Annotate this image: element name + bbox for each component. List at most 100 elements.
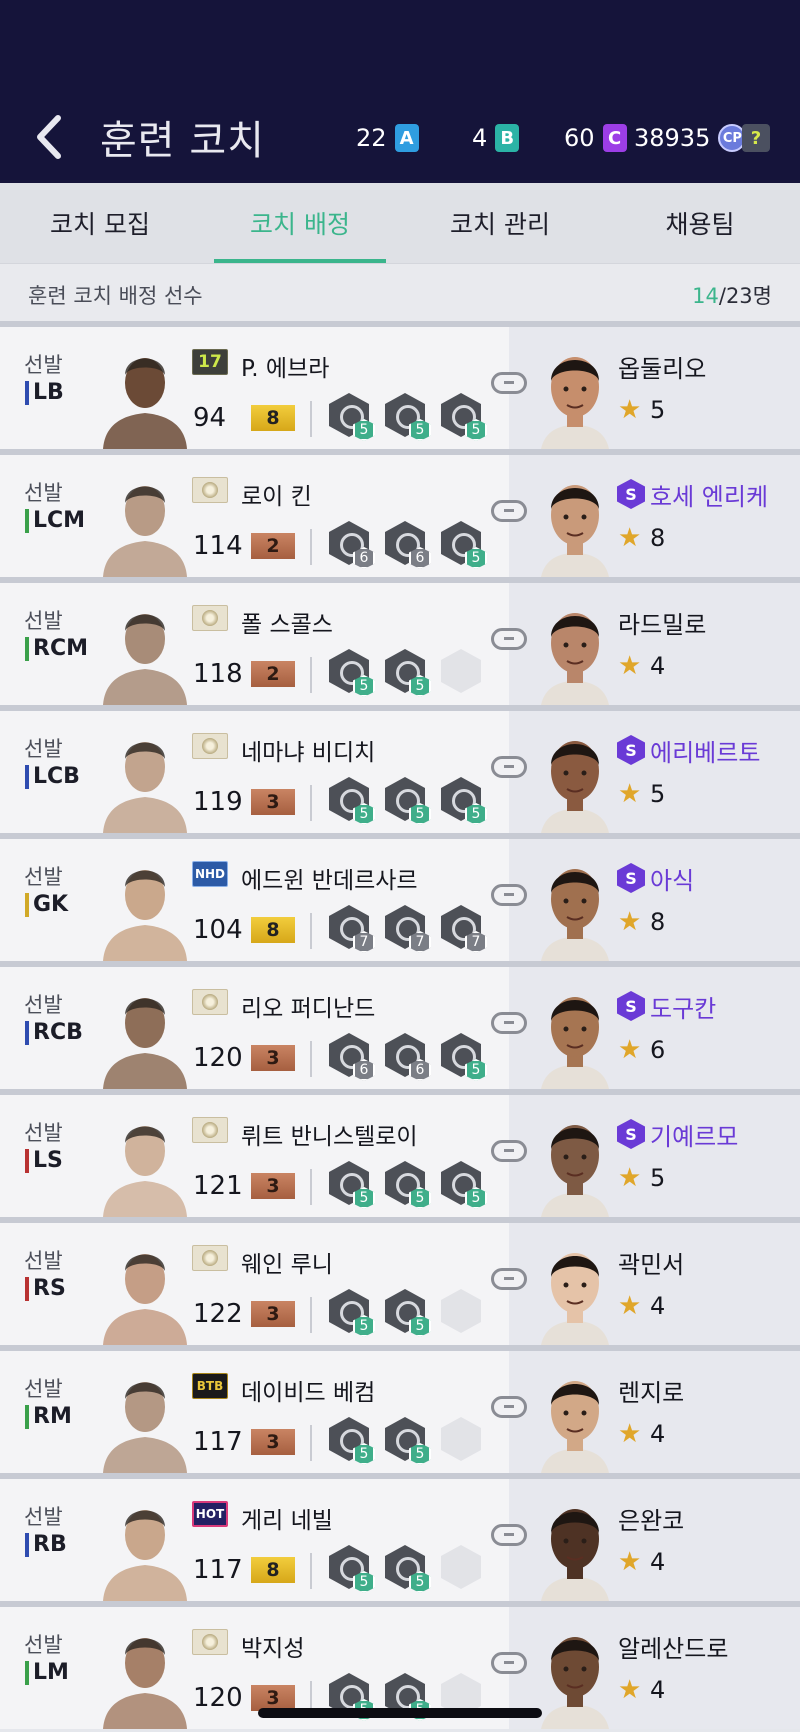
player-row[interactable]: 선발 LS 뤼트 반니스텔로이 121 3 555 S 기예르모 ★ 5 [0,1089,800,1217]
training-skill[interactable]: 5 [329,393,375,441]
empty-skill-slot[interactable] [441,649,487,697]
player-row[interactable]: 선발 LB 17 P. 에브라 94 8 555 옵둘리오 ★ 5 [0,321,800,449]
assigned-count-total: /23명 [718,284,772,308]
player-photo[interactable] [95,1231,195,1345]
training-skill[interactable]: 7 [329,905,375,953]
training-skill[interactable]: 5 [441,777,487,825]
coach-portrait[interactable] [539,345,611,449]
coach-portrait[interactable] [539,985,611,1089]
player-ovr: 120 [193,1683,243,1713]
empty-skill-slot[interactable] [441,1545,487,1593]
coach-portrait[interactable] [539,601,611,705]
position-label: LS [25,1147,63,1175]
training-skill[interactable]: 5 [329,1545,375,1593]
enhance-grade-badge: 8 [251,1557,295,1583]
coach-name: 은완코 [618,1507,685,1535]
star-icon: ★ [618,1547,642,1577]
player-photo[interactable] [95,975,195,1089]
training-skill[interactable]: 5 [441,1033,487,1081]
training-skill[interactable]: 6 [329,1033,375,1081]
empty-skill-slot[interactable] [441,1289,487,1337]
player-row[interactable]: 선발 LCM 로이 킨 114 2 665 S 호세 엔리케 ★ 8 [0,449,800,577]
training-skill[interactable]: 5 [329,649,375,697]
coach-portrait[interactable] [539,1241,611,1345]
training-skill[interactable]: 5 [385,777,431,825]
player-photo[interactable] [95,719,195,833]
coach-star-level: 4 [650,1676,666,1704]
training-skill[interactable]: 5 [385,1545,431,1593]
coach-portrait[interactable] [539,729,611,833]
assigned-count-value: 14 [692,284,719,308]
training-skill[interactable]: 5 [385,1289,431,1337]
ticket-c-icon: C [602,124,627,152]
training-skill[interactable]: 7 [441,905,487,953]
training-skill[interactable]: 5 [385,393,431,441]
training-skill[interactable]: 5 [441,393,487,441]
coach-portrait[interactable] [539,1369,611,1473]
tab-coach-recruit[interactable]: 코치 모집 [0,183,200,263]
ticket-a-icon: A [394,124,419,152]
star-icon: ★ [618,907,642,937]
training-skill[interactable]: 5 [385,1417,431,1465]
training-skill[interactable]: 5 [385,1161,431,1209]
season-badge [192,733,228,759]
skill-slots: 55 [329,1289,487,1337]
tab-coach-assign[interactable]: 코치 배정 [200,183,400,263]
player-row[interactable]: 선발 RM BTB 데이비드 베컴 117 3 55 렌지로 ★ 4 [0,1345,800,1473]
enhance-grade-badge: 8 [251,917,295,943]
back-arrow-icon[interactable] [30,112,70,162]
training-skill[interactable]: 6 [329,521,375,569]
player-photo[interactable] [95,1359,195,1473]
player-photo[interactable] [95,1615,195,1729]
help-button[interactable]: ? [742,124,770,152]
player-ovr: 94 [193,403,227,433]
empty-skill-slot[interactable] [441,1417,487,1465]
player-photo[interactable] [95,847,195,961]
player-photo[interactable] [95,1103,195,1217]
player-photo[interactable] [95,463,195,577]
player-photo[interactable] [95,1487,195,1601]
training-skill[interactable]: 6 [385,521,431,569]
training-skill[interactable]: 5 [441,521,487,569]
training-skill[interactable]: 7 [385,905,431,953]
player-row[interactable]: 선발 RB HOT 게리 네빌 117 8 55 은완코 ★ 4 [0,1473,800,1601]
player-row[interactable]: 선발 RCM 폴 스콜스 118 2 55 라드밀로 ★ 4 [0,577,800,705]
link-icon [491,500,527,522]
ticket-c-count: 60 [564,124,595,152]
star-icon: ★ [618,1163,642,1193]
coach-portrait[interactable] [539,473,611,577]
coach-portrait[interactable] [539,1113,611,1217]
training-skill[interactable]: 5 [329,1161,375,1209]
player-row[interactable]: 선발 LCB 네마냐 비디치 119 3 555 S 에리베르토 ★ 5 [0,705,800,833]
player-name: 네마냐 비디치 [241,740,376,766]
coach-portrait[interactable] [539,857,611,961]
ticket-a-count: 22 [356,124,387,152]
training-skill[interactable]: 5 [441,1161,487,1209]
coach-portrait[interactable] [539,1497,611,1601]
training-skill[interactable]: 5 [385,649,431,697]
player-row[interactable]: 선발 RCB 리오 퍼디난드 120 3 665 S 도구칸 ★ 6 [0,961,800,1089]
training-skill[interactable]: 5 [329,1417,375,1465]
coach-star-level: 4 [650,1548,666,1576]
coach-points[interactable]: 38935 CP [634,124,747,152]
position-label: RM [25,1403,72,1431]
training-skill[interactable]: 5 [329,1289,375,1337]
player-row[interactable]: 선발 RS 웨인 루니 122 3 55 곽민서 ★ 4 [0,1217,800,1345]
training-skill[interactable]: 6 [385,1033,431,1081]
skill-slots: 665 [329,521,487,569]
player-row[interactable]: 선발 GK NHD 에드윈 반데르사르 104 8 777 S 아식 ★ 8 [0,833,800,961]
assigned-players-header: 훈련 코치 배정 선수 14/23명 [0,263,800,321]
coach-ticket-c[interactable]: 60 C [564,124,627,152]
coach-ticket-a[interactable]: 22 A [356,124,419,152]
training-skill[interactable]: 5 [329,777,375,825]
coach-name: 아식 [650,867,695,895]
tab-coach-manage[interactable]: 코치 관리 [400,183,600,263]
tab-hiring-team[interactable]: 채용팀 [600,183,800,263]
player-photo[interactable] [95,591,195,705]
coach-name: 도구칸 [650,995,717,1023]
season-badge [192,605,228,631]
coach-ticket-b[interactable]: 4 B [472,124,520,152]
player-photo[interactable] [95,335,195,449]
player-ovr: 117 [193,1555,243,1585]
coach-portrait[interactable] [539,1625,611,1729]
